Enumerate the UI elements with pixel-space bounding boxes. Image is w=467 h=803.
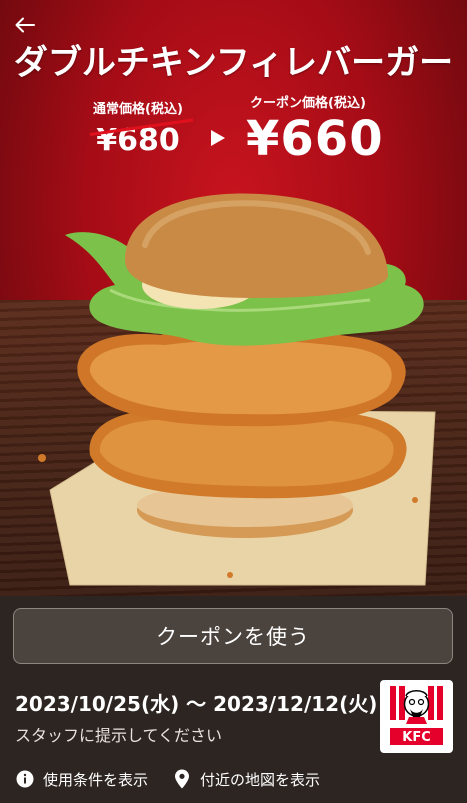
regular-price-label: 通常価格(税込) [93, 102, 183, 117]
kfc-logo-text: KFC [402, 730, 431, 745]
map-link-label: 付近の地図を表示 [200, 770, 321, 789]
coupon-price-label: クーポン価格(税込) [250, 96, 366, 111]
crumb [227, 572, 233, 578]
price-arrow-icon [211, 130, 225, 146]
crumb [38, 454, 46, 462]
kfc-logo: KFC [380, 680, 453, 753]
product-title: ダブルチキンフィレバーガー [13, 43, 454, 83]
nearby-map-link[interactable]: 付近の地図を表示 [172, 769, 320, 790]
regular-price-value: ¥680 [90, 118, 194, 158]
footer-links: 使用条件を表示 付近の地図を表示 [15, 766, 455, 792]
location-pin-icon [172, 769, 192, 789]
hero-image: ダブルチキンフィレバーガー 通常価格(税込) ¥680 クーポン価格(税込) ¥… [0, 0, 467, 596]
use-coupon-button[interactable]: クーポンを使う [13, 608, 453, 664]
coupon-bottom-panel: クーポンを使う 2023/10/25(水) 〜 2023/12/12(火) スタ… [0, 596, 467, 803]
kfc-colonel-logo-icon: KFC [390, 686, 443, 745]
info-icon [15, 769, 35, 789]
coupon-price-block: クーポン価格(税込) ¥660 [246, 92, 386, 167]
terms-link-label: 使用条件を表示 [43, 770, 149, 789]
top-bun [125, 193, 388, 298]
back-arrow-icon [15, 17, 35, 33]
terms-link[interactable]: 使用条件を表示 [15, 769, 148, 790]
staff-instruction: スタッフに提示してください [15, 726, 223, 745]
regular-price-block: 通常価格(税込) ¥680 [78, 98, 198, 158]
validity-date-range: 2023/10/25(水) 〜 2023/12/12(火) [15, 692, 378, 716]
coupon-detail-screen: ダブルチキンフィレバーガー 通常価格(税込) ¥680 クーポン価格(税込) ¥… [0, 0, 467, 803]
lower-fillet-texture [99, 416, 394, 487]
coupon-price-value: ¥660 [246, 111, 384, 167]
crumb [412, 497, 418, 503]
burger-image [38, 193, 436, 586]
